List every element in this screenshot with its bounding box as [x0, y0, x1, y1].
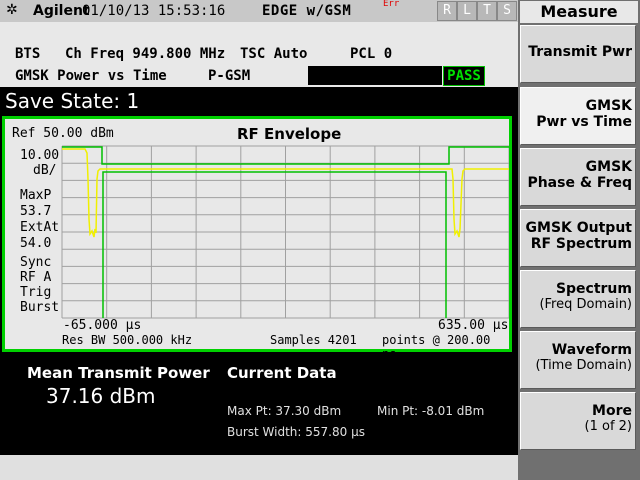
softkey-label: GMSK — [585, 159, 632, 175]
message-field — [308, 66, 442, 85]
samples: Samples 4201 — [270, 333, 357, 347]
min-pt: Min Pt: -8.01 dBm — [377, 404, 485, 418]
status-l: L — [457, 1, 477, 21]
softkey-gmsk-pwr-vs-time[interactable]: GMSK Pwr vs Time — [520, 87, 636, 145]
softkey-waveform-time-domain[interactable]: Waveform (Time Domain) — [520, 331, 636, 389]
mean-power-title: Mean Transmit Power — [27, 364, 210, 382]
status-s: S — [497, 1, 517, 21]
title-bar: ✲ Agilent 01/10/13 15:53:16 EDGE w/GSM E… — [0, 0, 518, 22]
tsc-label: TSC Auto — [240, 46, 308, 62]
error-indicator: Err — [383, 0, 400, 9]
res-bw: Res BW 500.000 kHz — [62, 333, 193, 347]
softkey-label: Waveform — [551, 342, 632, 358]
softkey-label: GMSK — [585, 98, 632, 114]
band-label: P-GSM — [208, 68, 251, 84]
results-panel: Mean Transmit Power 37.16 dBm Current Da… — [0, 355, 518, 452]
pass-badge: PASS — [443, 66, 485, 86]
softkey-spectrum-freq-domain[interactable]: Spectrum (Freq Domain) — [520, 270, 636, 328]
mode-label: EDGE w/GSM — [262, 3, 352, 19]
softkey-label: More — [592, 403, 632, 419]
pcl-label: PCL 0 — [350, 46, 393, 62]
softkey-sublabel: Phase & Freq — [527, 175, 632, 191]
softkey-sublabel: RF Spectrum — [530, 236, 632, 252]
softkey-label: Transmit Pwr — [528, 44, 632, 60]
x-stop: 635.00 µs — [438, 318, 509, 333]
datetime: 01/10/13 15:53:16 — [82, 3, 226, 19]
ch-freq-label: Ch Freq 949.800 MHz — [65, 46, 226, 62]
burst-width: Burst Width: 557.80 µs — [227, 425, 365, 439]
rf-envelope-graph: Ref 50.00 dBm RF Envelope 10.00 dB/ MaxP… — [2, 116, 512, 361]
agilent-spark-icon: ✲ — [6, 2, 18, 18]
softkey-more[interactable]: More (1 of 2) — [520, 392, 636, 450]
mean-power-value: 37.16 dBm — [46, 384, 156, 408]
softkey-label: Spectrum — [555, 281, 632, 297]
max-pt: Max Pt: 37.30 dBm — [227, 404, 342, 418]
save-state-text: Save State: 1 — [5, 89, 140, 113]
softkey-transmit-pwr[interactable]: Transmit Pwr — [520, 25, 636, 83]
softkey-gmsk-output-rf-spectrum[interactable]: GMSK Output RF Spectrum — [520, 209, 636, 267]
status-r: R — [437, 1, 457, 21]
status-bar — [0, 455, 518, 480]
status-t: T — [477, 1, 497, 21]
graph-plot — [61, 145, 509, 319]
current-data-title: Current Data — [227, 364, 337, 382]
softkey-sublabel: (1 of 2) — [584, 419, 632, 434]
softkey-gmsk-phase-freq[interactable]: GMSK Phase & Freq — [520, 148, 636, 206]
measurement-name: GMSK Power vs Time — [15, 68, 167, 84]
limit-mask-lower — [102, 171, 447, 318]
softkey-label: GMSK Output — [525, 220, 632, 236]
softkey-menu-title: Measure — [520, 1, 638, 23]
x-start: -65.000 µs — [63, 318, 142, 333]
standard-label: BTS — [15, 46, 41, 62]
softkey-sublabel: (Freq Domain) — [539, 297, 632, 312]
softkey-sublabel: (Time Domain) — [535, 358, 632, 373]
softkey-sublabel: Pwr vs Time — [536, 114, 632, 130]
save-state-line: Save State: 1 — [0, 88, 518, 114]
